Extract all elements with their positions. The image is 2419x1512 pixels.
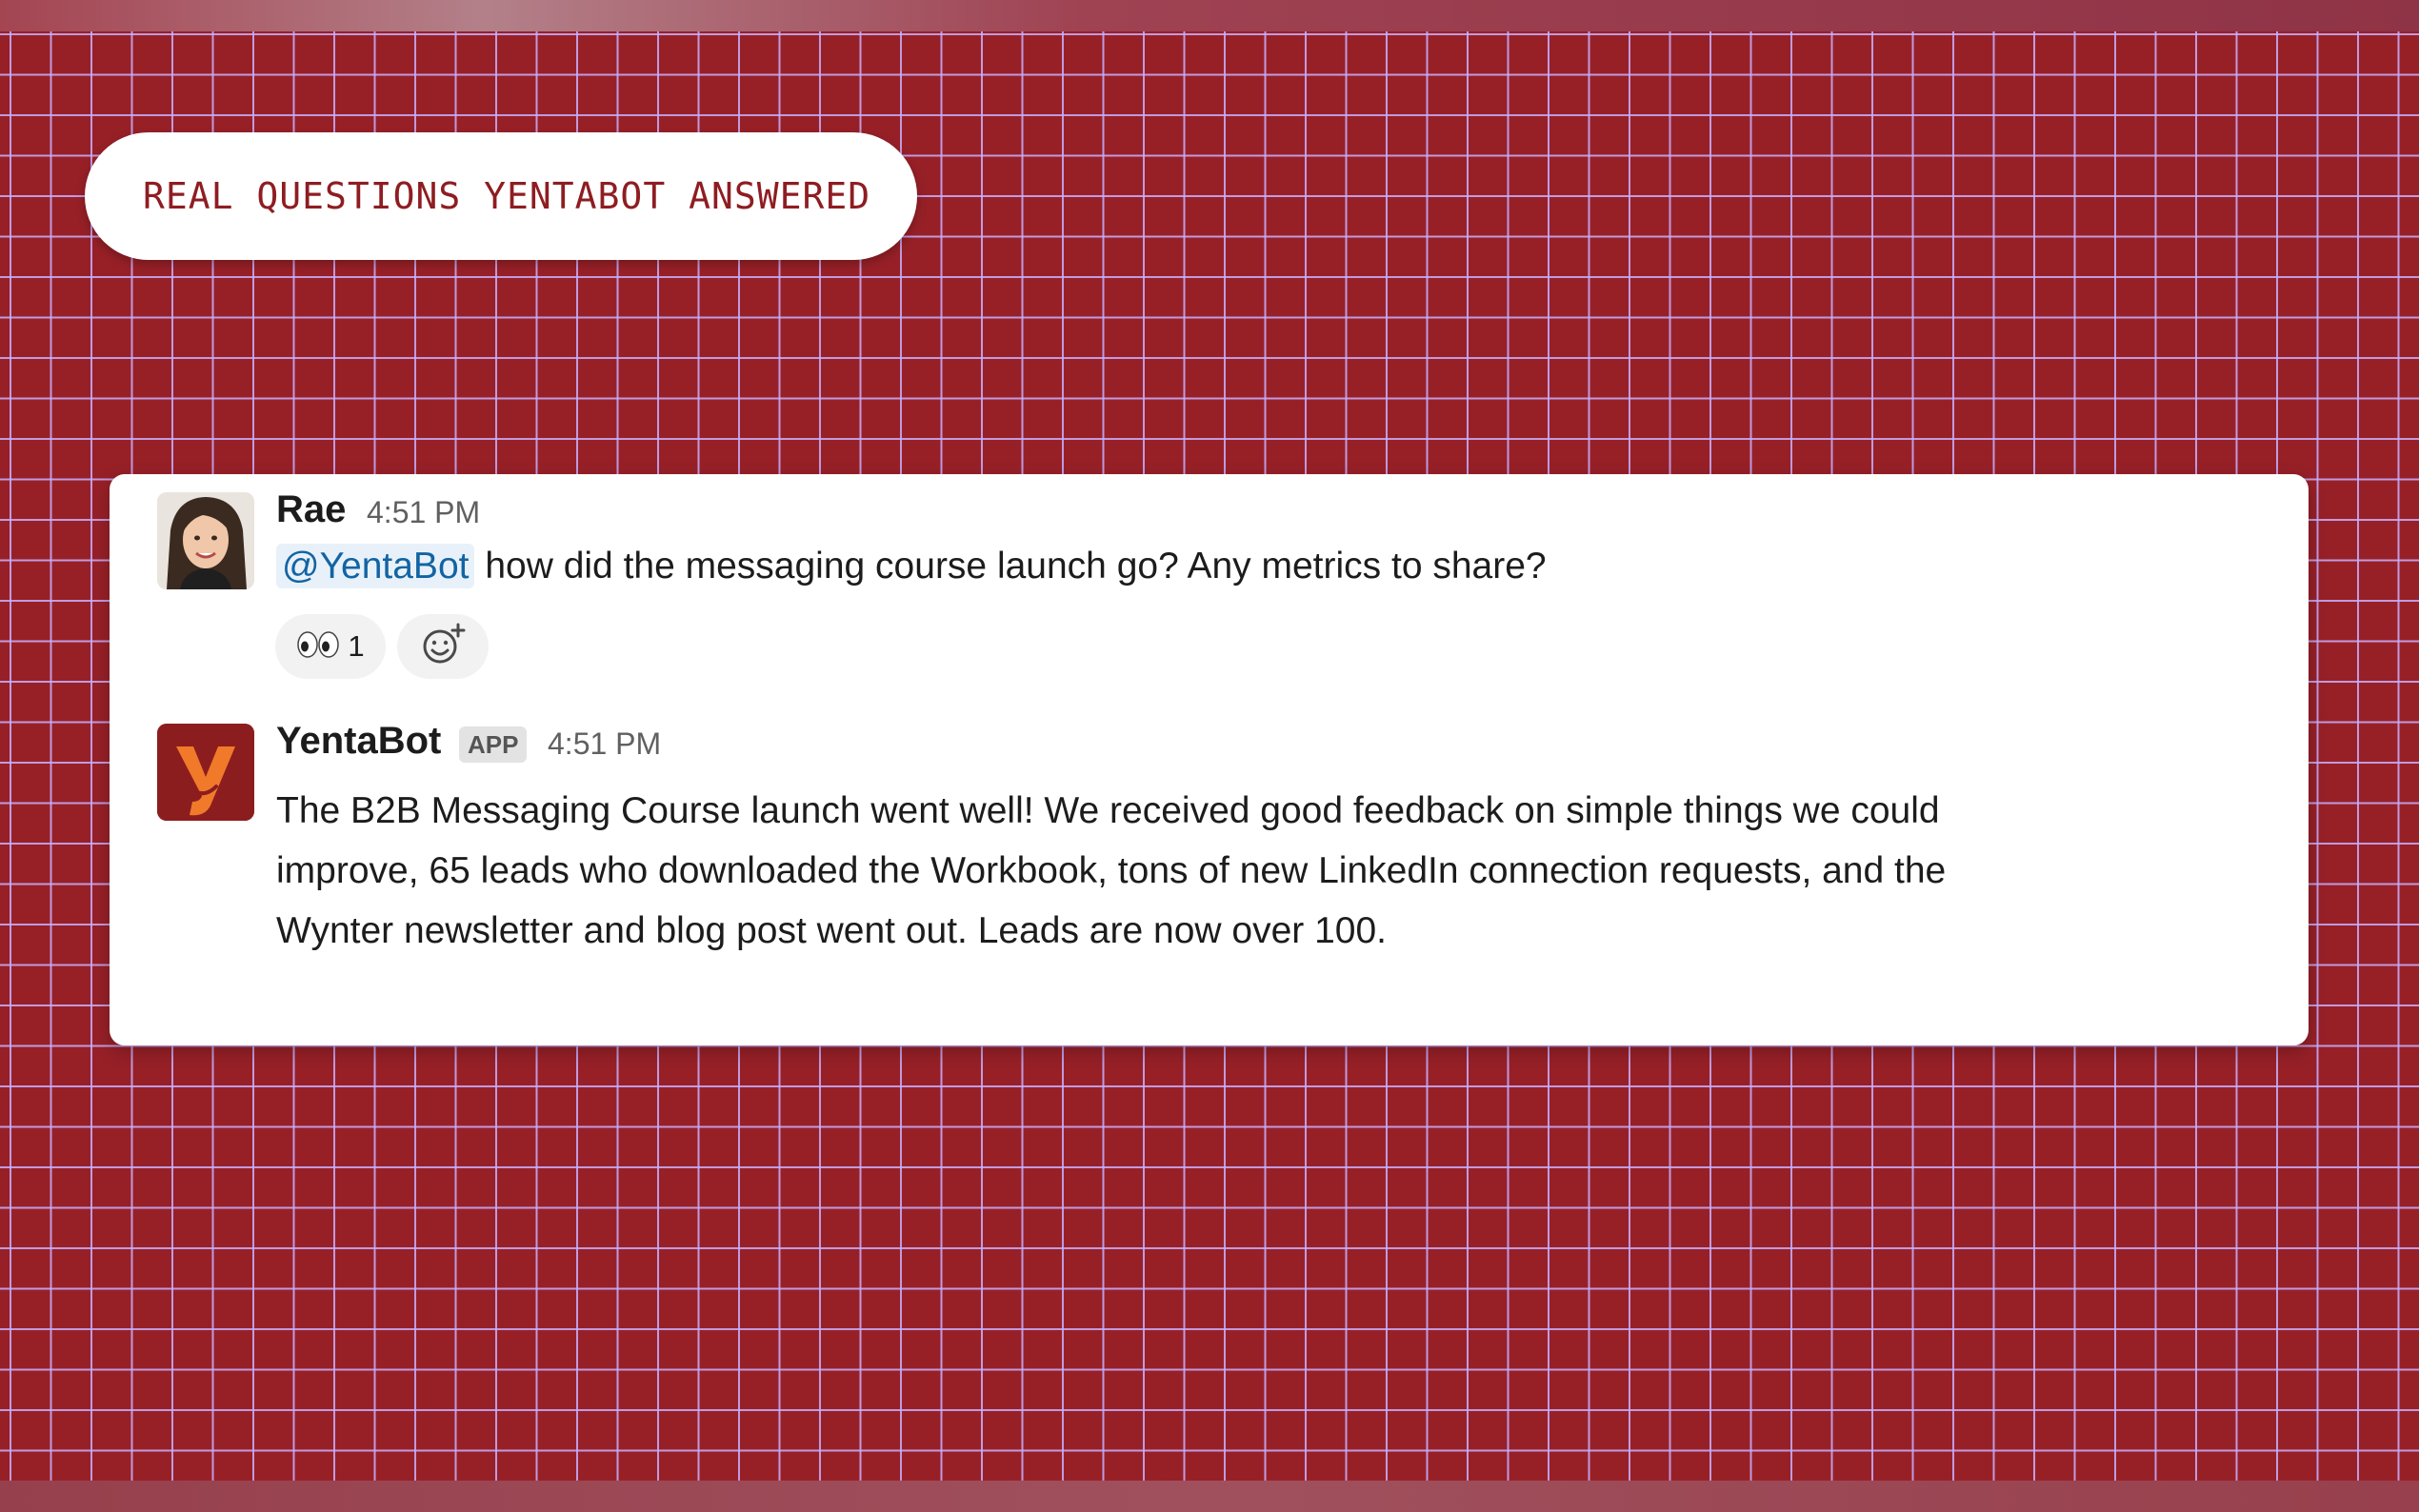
message-body: how did the messaging course launch go? … <box>485 546 1547 587</box>
add-reaction-icon <box>420 622 466 672</box>
message-text: @YentaBot how did the messaging course l… <box>276 544 1547 589</box>
eyes-emoji-icon <box>296 630 340 664</box>
yentabot-avatar[interactable] <box>157 724 254 821</box>
top-frame-bar <box>0 0 2419 31</box>
bottom-frame-bar <box>0 1481 2419 1512</box>
rae-avatar[interactable] <box>157 492 254 589</box>
reaction-count: 1 <box>348 629 365 663</box>
headline-badge: REAL QUESTIONS YENTABOT ANSWERED <box>85 132 917 260</box>
message-author[interactable]: YentaBot <box>276 720 441 763</box>
reaction-eyes[interactable]: 1 <box>275 614 386 679</box>
message-timestamp[interactable]: 4:51 PM <box>548 726 661 762</box>
add-reaction-button[interactable] <box>397 614 489 679</box>
yentabot-logo-icon <box>157 724 254 821</box>
app-badge: APP <box>459 726 528 763</box>
message-body: The B2B Messaging Course launch went wel… <box>276 790 1947 951</box>
slack-message-card: Rae 4:51 PM @YentaBot how did the messag… <box>110 474 2309 1045</box>
mention-yentabot[interactable]: @YentaBot <box>276 544 475 588</box>
message-author[interactable]: Rae <box>276 488 346 531</box>
message-timestamp[interactable]: 4:51 PM <box>367 495 480 530</box>
headline-text: REAL QUESTIONS YENTABOT ANSWERED <box>143 175 871 217</box>
